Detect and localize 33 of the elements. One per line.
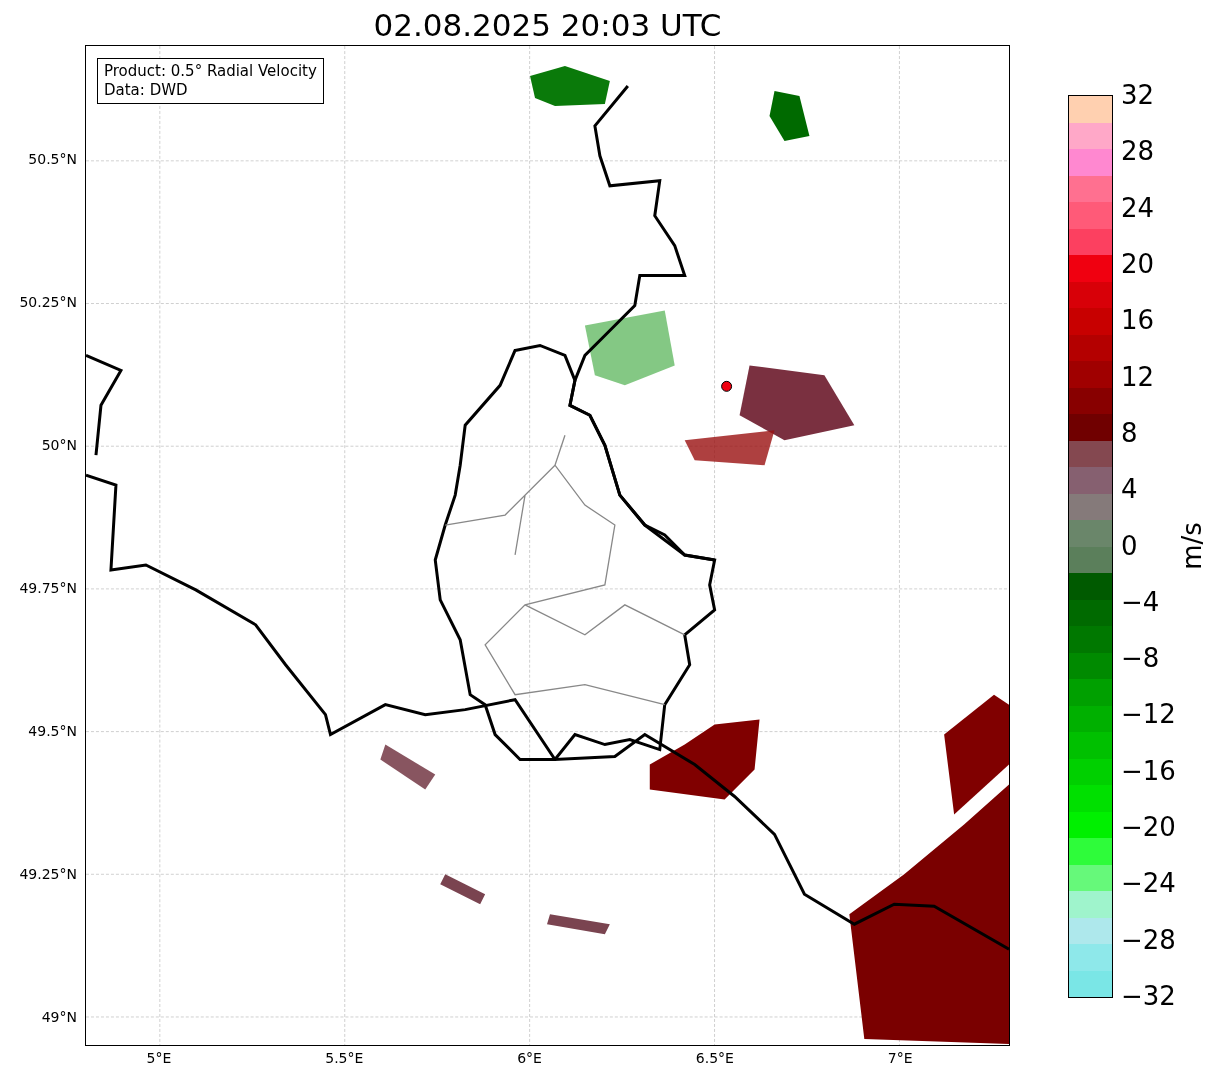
- latitude-label: 49.5°N: [28, 723, 77, 739]
- longitude-label: 7°E: [886, 1050, 914, 1066]
- legend-text: Data: DWD: [104, 81, 189, 100]
- colorbar-tick-label: 8: [1121, 416, 1138, 449]
- colorbar-tick-label: −8: [1121, 642, 1160, 675]
- longitude-label: 6°E: [516, 1050, 543, 1066]
- colorbar-tick-label: 32: [1121, 79, 1155, 111]
- colorbar-tick-label: −24: [1121, 867, 1176, 900]
- colorbar-tick-label: −32: [1121, 980, 1176, 1012]
- colorbar-tick-label: 12: [1121, 360, 1155, 393]
- colorbar-tick-label: 0: [1121, 529, 1138, 562]
- longitude-label: 6.5°E: [694, 1050, 735, 1066]
- colorbar-tick-label: 16: [1121, 304, 1155, 337]
- longitude-label: 5.5°E: [324, 1050, 365, 1066]
- colorbar-tick-label: −28: [1121, 923, 1176, 956]
- latitude-label: 50.5°N: [28, 151, 77, 167]
- colorbar-tick-label: 28: [1121, 135, 1155, 168]
- chart-title: 02.08.2025 20:03 UTC: [372, 6, 723, 45]
- colorbar-tick-label: −4: [1121, 585, 1160, 618]
- colorbar-tick-label: 4: [1121, 473, 1138, 506]
- longitude-label: 5°E: [145, 1050, 173, 1066]
- latitude-label: 49.75°N: [19, 580, 77, 596]
- latitude-label: 50.25°N: [19, 294, 77, 310]
- colorbar-tick-label: −20: [1121, 811, 1176, 844]
- colorbar-tick-label: −12: [1121, 698, 1176, 731]
- latitude-label: 50°N: [41, 437, 77, 453]
- latitude-label: 49.25°N: [19, 866, 77, 882]
- colorbar-tick-label: −16: [1121, 754, 1176, 787]
- legend-text: Product: 0.5° Radial Velocity: [104, 62, 317, 81]
- colorbar-tick-label: 20: [1121, 247, 1155, 280]
- colorbar-tick-label: 24: [1121, 191, 1155, 224]
- colorbar-label: m/s: [1176, 521, 1207, 570]
- latitude-label: 49°N: [41, 1009, 77, 1025]
